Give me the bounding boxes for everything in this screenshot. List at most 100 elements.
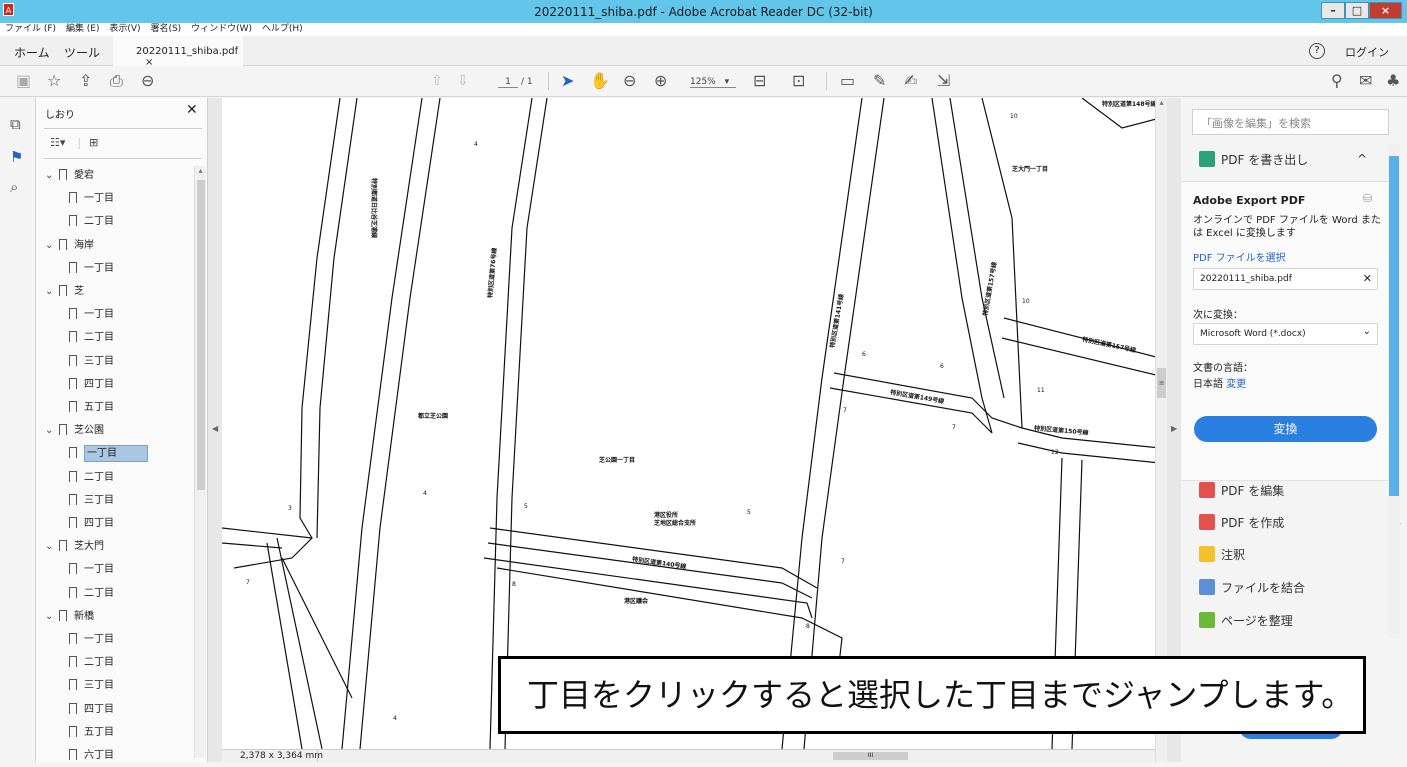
chevron-down-icon[interactable]: ⌄ (45, 535, 59, 558)
add-user-icon[interactable]: ♣ (1386, 71, 1400, 91)
chevron-down-icon[interactable]: ⌄ (45, 605, 59, 628)
tool-combine[interactable]: ファイルを結合 (1199, 579, 1305, 596)
menu-sign[interactable]: 署名(S) (150, 24, 181, 34)
bookmark-item[interactable]: 四丁目 (69, 512, 114, 535)
chevron-down-icon[interactable]: ⌄ (45, 280, 59, 303)
tab-tools[interactable]: ツール (64, 44, 100, 61)
zoom-search-icon[interactable]: ⊖ (141, 71, 154, 91)
hand-icon[interactable]: ✋ (590, 71, 610, 91)
star-icon[interactable]: ☆ (47, 71, 61, 91)
attachment-icon[interactable]: ⌕ (10, 178, 18, 196)
minimize-button[interactable]: – (1321, 2, 1345, 19)
login-link[interactable]: ログイン (1345, 44, 1389, 60)
export-pdf-header[interactable]: PDF を書き出し ^ (1199, 151, 1367, 168)
bookmark-item[interactable]: 三丁目 (69, 350, 114, 373)
bookmark-item[interactable]: 一丁目 (69, 442, 148, 465)
tools-scrollbar[interactable] (1388, 144, 1400, 638)
chevron-down-icon[interactable]: ⌄ (45, 234, 59, 257)
bookmark-item[interactable]: 一丁目 (69, 257, 114, 280)
bookmark-item[interactable]: 二丁目 (69, 651, 114, 674)
remove-file-icon[interactable]: ✕ (1363, 272, 1372, 285)
mail-icon[interactable]: ✉ (1359, 71, 1372, 91)
page-down-icon[interactable]: ⇩ (457, 71, 469, 91)
help-icon[interactable]: ? (1309, 43, 1325, 59)
bookmark-item[interactable]: 三丁目 (69, 674, 114, 697)
page-up-icon[interactable]: ⇧ (431, 71, 443, 91)
menu-file[interactable]: ファイル (F) (5, 24, 56, 34)
menu-window[interactable]: ウィンドウ(W) (191, 24, 252, 34)
bookmark-item[interactable]: 一丁目 (69, 628, 114, 651)
tool-search-input[interactable]: 「画像を編集」を検索 (1192, 109, 1389, 135)
bookmark-options[interactable]: ☷▾ | ⊞ (50, 136, 98, 149)
bookmark-group[interactable]: ⌄ 海岸 (45, 234, 94, 257)
bookmark-item[interactable]: 二丁目 (69, 466, 114, 489)
tab-document[interactable]: 20220111_shiba.pdf × (113, 36, 243, 68)
bookmark-item[interactable]: 二丁目 (69, 582, 114, 605)
select-cursor-icon[interactable]: ➤ (561, 71, 574, 91)
comment-icon[interactable]: ▭ (840, 71, 855, 91)
tab-home[interactable]: ホーム (14, 44, 50, 61)
convert-button[interactable]: 変換 (1194, 416, 1377, 442)
collapse-left-panel[interactable]: ◀ (208, 98, 222, 762)
bookmark-icon[interactable]: ⚑ (10, 148, 23, 166)
bookmark-item[interactable]: 二丁目 (69, 210, 114, 233)
bookmark-item[interactable]: 一丁目 (69, 187, 114, 210)
change-language-link[interactable]: 変更 (1226, 379, 1246, 390)
convert-to-select[interactable]: Microsoft Word (*.docx) ⌄ (1193, 323, 1378, 345)
upload-icon[interactable]: ⇪ (79, 71, 92, 91)
close-panel-icon[interactable]: ✕ (186, 102, 198, 118)
tool-edit-pdf[interactable]: PDF を編集 (1199, 482, 1284, 499)
print-icon[interactable]: ⎙ (110, 71, 123, 91)
bookmark-item[interactable]: 二丁目 (69, 326, 114, 349)
scroll-thumb[interactable]: III (833, 752, 908, 760)
scroll-thumb[interactable]: ≡ (1157, 368, 1166, 398)
scroll-mode-icon[interactable]: ⊡ (792, 71, 805, 91)
chevron-up-icon[interactable]: ^ (1357, 151, 1367, 167)
bookmark-item[interactable]: 一丁目 (69, 303, 114, 326)
options-icon[interactable]: ☷▾ (50, 136, 65, 149)
tool-create-pdf[interactable]: PDF を作成⌄ (1199, 514, 1403, 531)
bookmark-item[interactable]: 一丁目 (69, 558, 114, 581)
bookmark-item[interactable]: 三丁目 (69, 489, 114, 512)
bookmark-group[interactable]: ⌄ 芝 (45, 280, 84, 303)
new-bookmark-icon[interactable]: ⊞ (89, 136, 98, 149)
bookmark-item[interactable]: 四丁目 (69, 373, 114, 396)
collapse-arrow-icon[interactable]: ◀ (212, 424, 218, 433)
bookmark-group[interactable]: ⌄ 愛宕 (45, 164, 94, 187)
maximize-button[interactable]: □ (1345, 2, 1369, 19)
fit-page-icon[interactable]: ⊟ (753, 71, 766, 91)
save-icon[interactable]: ▣ (16, 71, 31, 91)
menu-edit[interactable]: 編集 (E) (66, 24, 100, 34)
zoom-out-icon[interactable]: ⊖ (623, 71, 636, 91)
scroll-thumb[interactable] (197, 180, 205, 490)
bookmark-item[interactable]: 五丁目 (69, 721, 114, 744)
tool-comment[interactable]: 注釈 (1199, 546, 1245, 563)
bookmark-item[interactable]: 五丁目 (69, 396, 114, 419)
scroll-thumb[interactable] (1389, 156, 1399, 496)
bookmark-group[interactable]: ⌄ 芝公園 (45, 419, 104, 442)
select-file-link[interactable]: PDF ファイルを選択 (1193, 249, 1286, 264)
menu-view[interactable]: 表示(V) (109, 24, 140, 34)
document-view[interactable]: 芝公園一丁目 芝大門一丁目 特別区道第140号線 特別区道第149号線 特別区道… (222, 98, 1160, 749)
bookmarks-scrollbar[interactable]: ▴ (194, 166, 206, 758)
horizontal-scrollbar[interactable]: III (317, 750, 1153, 762)
highlight-pen-icon[interactable]: ✎ (873, 71, 886, 91)
zoom-in-icon[interactable]: ⊕ (654, 71, 667, 91)
sign-icon[interactable]: ⇲ (937, 71, 950, 91)
menu-help[interactable]: ヘルプ(H) (262, 24, 303, 34)
link-icon[interactable]: ⚲ (1331, 71, 1343, 91)
tool-organize[interactable]: ページを整理 (1199, 612, 1293, 629)
bookmark-group[interactable]: ⌄ 芝大門 (45, 535, 104, 558)
bookmark-item[interactable]: 四丁目 (69, 698, 114, 721)
close-button[interactable]: × (1369, 2, 1402, 19)
bookmark-group[interactable]: ⌄ 新橋 (45, 605, 94, 628)
page-thumbnails-icon[interactable]: ⧉ (10, 115, 21, 133)
chevron-down-icon[interactable]: ⌄ (45, 164, 59, 187)
chevron-down-icon[interactable]: ⌄ (45, 419, 59, 442)
page-number-input[interactable]: 1 (498, 77, 518, 88)
draw-icon[interactable]: ✍ (904, 71, 917, 91)
expand-arrow-icon[interactable]: ▶ (1171, 424, 1177, 433)
scroll-up-icon[interactable]: ▴ (1156, 98, 1167, 107)
zoom-select[interactable]: 125% ▾ (690, 77, 736, 88)
bookmark-item[interactable]: 六丁目 (69, 744, 114, 767)
